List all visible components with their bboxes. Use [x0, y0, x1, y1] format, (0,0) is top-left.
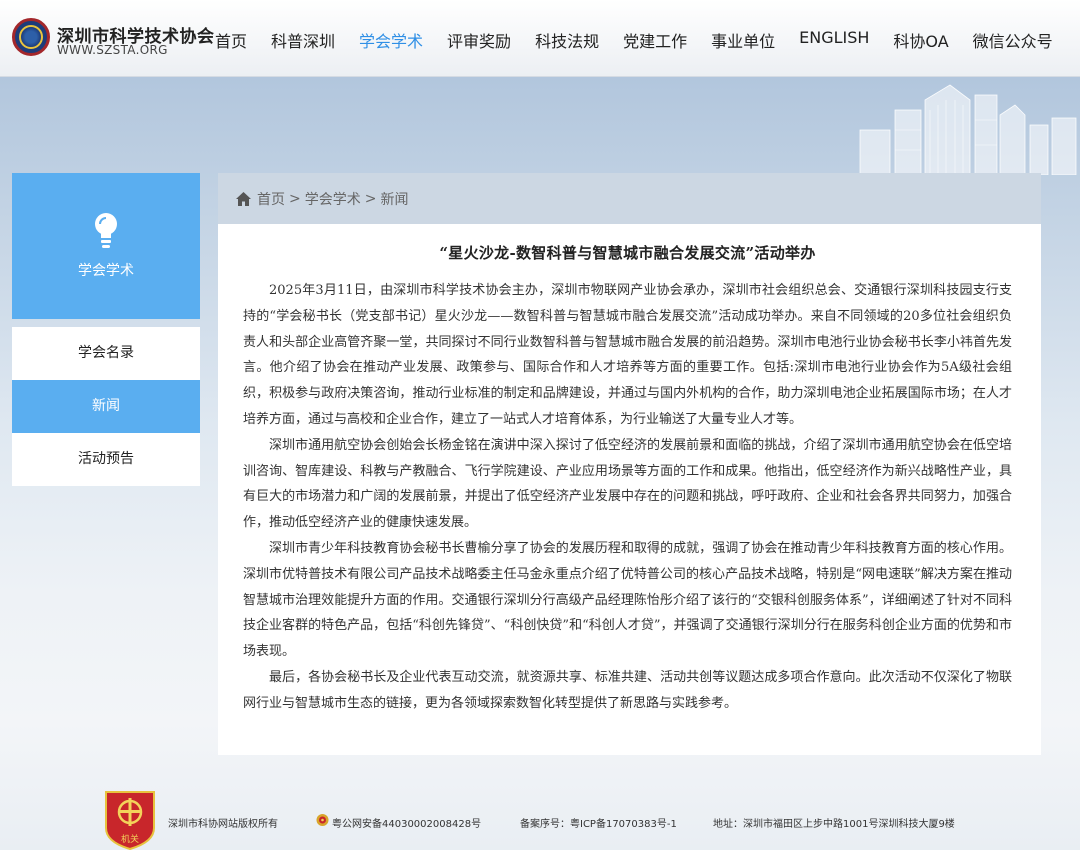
footer-police-record-link[interactable]: 粤公网安备44030002008428号: [332, 815, 481, 830]
sidebar-item[interactable]: 新闻: [12, 380, 200, 433]
nav-item[interactable]: 学会学术: [347, 28, 435, 52]
footer-address: 地址：深圳市福田区上步中路1001号深圳科技大厦9楼: [713, 819, 955, 830]
article-body: 2025年3月11日，由深圳市科学技术协会主办，深圳市物联网产业协会承办，深圳市…: [243, 278, 1012, 717]
article-paragraph: 最后，各协会秘书长及企业代表互动交流，就资源共享、标准共建、活动共创等议题达成多…: [243, 669, 1012, 711]
breadcrumb-current[interactable]: 新闻: [380, 189, 408, 209]
nav-item[interactable]: 科协OA: [881, 28, 960, 52]
breadcrumb-separator: >: [364, 190, 377, 207]
article-paragraph: 2025年3月11日，由深圳市科学技术协会主办，深圳市物联网产业协会承办，深圳市…: [243, 283, 1012, 427]
nav-item[interactable]: 微信公众号: [961, 28, 1065, 52]
sidebar-title: 学会学术: [78, 263, 134, 279]
sidebar-item[interactable]: 学会名录: [12, 327, 200, 380]
nav-item[interactable]: 党建工作: [611, 28, 699, 52]
breadcrumb-section[interactable]: 学会学术: [305, 189, 361, 209]
badge-text: 机关: [121, 833, 139, 845]
nav-item[interactable]: 科普深圳: [259, 28, 347, 52]
nav-item[interactable]: ENGLISH: [787, 28, 881, 52]
breadcrumb-home[interactable]: 首页: [257, 189, 285, 209]
main-nav: 首页 科普深圳 学会学术 评审奖励 科技法规 党建工作 事业单位 ENGLISH 科协OA 微信公…: [203, 28, 1065, 52]
government-agency-badge-icon: 机关: [105, 791, 155, 850]
city-skyline-decoration: [859, 84, 1077, 175]
site-header: 深圳市科学技术协会 WWW.SZSTA.ORG 首页 科普深圳 学会学术 评审奖励 科技…: [0, 0, 1080, 77]
nav-item[interactable]: 事业单位: [699, 28, 787, 52]
home-icon[interactable]: [236, 191, 251, 206]
logo-globe-icon: [19, 25, 43, 49]
nav-item[interactable]: 首页: [203, 28, 259, 52]
footer-copyright: 深圳市科协网站版权所有: [168, 819, 278, 830]
article-paragraph: 深圳市青少年科技教育协会秘书长曹榆分享了协会的发展历程和取得的成就，强调了协会在…: [243, 540, 1012, 660]
nav-item[interactable]: 科技法规: [523, 28, 611, 52]
nav-item[interactable]: 评审奖励: [435, 28, 523, 52]
police-badge-icon[interactable]: [316, 813, 329, 827]
sidebar-menu: 学会名录 新闻 活动预告: [12, 327, 200, 486]
article-paragraph: 深圳市通用航空协会创始会长杨金铭在演讲中深入探讨了低空经济的发展前景和面临的挑战…: [243, 437, 1012, 531]
breadcrumb-separator: >: [289, 190, 301, 207]
article-title: “星火沙龙-数智科普与智慧城市融合发展交流”活动举办: [439, 244, 816, 262]
breadcrumb: 首页 > 学会学术 > 新闻: [218, 173, 1041, 224]
article-panel: “星火沙龙-数智科普与智慧城市融合发展交流”活动举办 2025年3月11日，由深…: [218, 224, 1041, 755]
footer-icp-link[interactable]: 备案序号：粤ICP备17070383号-1: [520, 815, 677, 830]
sidebar-item[interactable]: 活动预告: [12, 433, 200, 486]
brand-url: WWW.SZSTA.ORG: [57, 43, 168, 57]
sidebar-header: 学会学术: [12, 173, 200, 319]
association-logo[interactable]: [12, 18, 50, 56]
lightbulb-icon: [95, 213, 117, 248]
